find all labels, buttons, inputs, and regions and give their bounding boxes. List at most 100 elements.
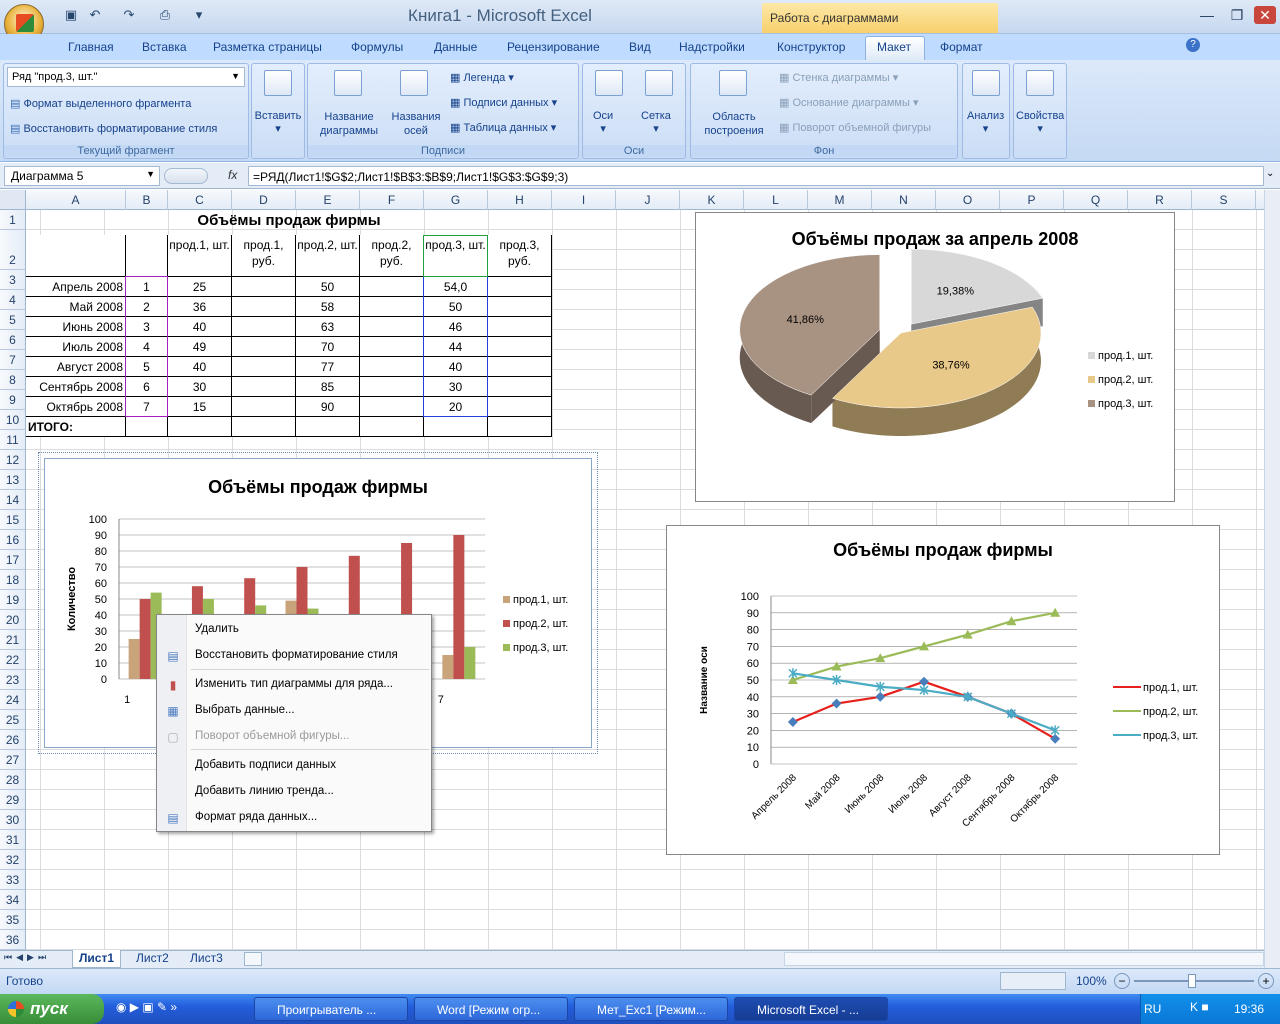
row-header[interactable]: 34 bbox=[0, 890, 26, 910]
help-icon[interactable]: ? bbox=[1186, 38, 1200, 52]
task-met-exc1[interactable]: Мет_Exc1 [Режим... bbox=[574, 997, 728, 1021]
table-cell[interactable]: Июль 2008 bbox=[26, 337, 126, 357]
table-cell[interactable]: 70 bbox=[296, 337, 360, 357]
table-cell[interactable] bbox=[232, 337, 296, 357]
column-header[interactable]: L bbox=[744, 190, 808, 210]
table-cell[interactable]: 46 bbox=[424, 317, 488, 337]
table-cell[interactable] bbox=[424, 417, 488, 437]
table-cell[interactable]: 25 bbox=[168, 277, 232, 297]
row-header[interactable]: 9 bbox=[0, 390, 26, 410]
row-header[interactable]: 10 bbox=[0, 410, 26, 430]
chart-floor-button[interactable]: ▦ Основание диаграммы ▾ bbox=[779, 96, 918, 109]
column-header[interactable]: Q bbox=[1064, 190, 1128, 210]
table-cell[interactable] bbox=[360, 357, 424, 377]
table-cell[interactable]: 90 bbox=[296, 397, 360, 417]
tab-layout[interactable]: Макет bbox=[877, 40, 911, 54]
table-cell[interactable]: 54,0 bbox=[424, 277, 488, 297]
table-cell[interactable]: 40 bbox=[168, 357, 232, 377]
minimize-icon[interactable]: — bbox=[1196, 6, 1218, 24]
zoom-slider-handle[interactable] bbox=[1188, 974, 1196, 988]
table-cell[interactable]: Сентябрь 2008 bbox=[26, 377, 126, 397]
row-header[interactable]: 7 bbox=[0, 350, 26, 370]
table-cell[interactable]: 1 bbox=[126, 277, 168, 297]
table-cell[interactable] bbox=[360, 377, 424, 397]
tab-page-layout[interactable]: Разметка страницы bbox=[213, 40, 322, 54]
tray-icons[interactable]: K ■ bbox=[1190, 1000, 1224, 1018]
row-header[interactable]: 35 bbox=[0, 910, 26, 930]
row-header[interactable]: 25 bbox=[0, 710, 26, 730]
column-header[interactable]: S bbox=[1192, 190, 1256, 210]
table-cell[interactable]: Октябрь 2008 bbox=[26, 397, 126, 417]
pie-chart[interactable]: Объёмы продаж за апрель 2008 19,38% 38,76… bbox=[695, 212, 1175, 502]
row-header[interactable]: 13 bbox=[0, 470, 26, 490]
data-point[interactable] bbox=[831, 698, 842, 709]
axis-titles-button[interactable]: Названия осей bbox=[388, 110, 444, 138]
column-header[interactable]: J bbox=[616, 190, 680, 210]
tab-format[interactable]: Формат bbox=[940, 40, 983, 54]
table-cell[interactable] bbox=[488, 377, 552, 397]
table-cell[interactable]: 20 bbox=[424, 397, 488, 417]
column-header[interactable]: I bbox=[552, 190, 616, 210]
row-header[interactable]: 27 bbox=[0, 750, 26, 770]
column-header[interactable]: N bbox=[872, 190, 936, 210]
legend-button[interactable]: ▦ Легенда ▾ bbox=[450, 71, 514, 84]
column-header[interactable]: D bbox=[232, 190, 296, 210]
menu-change-chart-type[interactable]: Изменить тип диаграммы для ряда... bbox=[195, 678, 393, 690]
table-cell[interactable]: 40 bbox=[168, 317, 232, 337]
row-header[interactable]: 3 bbox=[0, 270, 26, 290]
tab-addins[interactable]: Надстройки bbox=[679, 40, 745, 54]
table-cell[interactable] bbox=[232, 417, 296, 437]
row-header[interactable]: 24 bbox=[0, 690, 26, 710]
menu-delete[interactable]: Удалить bbox=[195, 623, 239, 635]
row-header[interactable]: 22 bbox=[0, 650, 26, 670]
tab-formulas[interactable]: Формулы bbox=[351, 40, 403, 54]
table-cell[interactable]: 15 bbox=[168, 397, 232, 417]
row-header[interactable]: 33 bbox=[0, 870, 26, 890]
sheet-tab-1[interactable]: Лист1 bbox=[72, 950, 122, 968]
row-header[interactable]: 28 bbox=[0, 770, 26, 790]
table-cell[interactable] bbox=[360, 417, 424, 437]
row-header[interactable]: 17 bbox=[0, 550, 26, 570]
row-header[interactable]: 19 bbox=[0, 590, 26, 610]
table-cell[interactable]: 40 bbox=[424, 357, 488, 377]
table-cell[interactable]: 49 bbox=[168, 337, 232, 357]
column-header[interactable]: O bbox=[936, 190, 1000, 210]
quick-launch-icons[interactable]: ◉ ▶ ▣ ✎ » bbox=[116, 1000, 236, 1018]
table-cell[interactable]: 5 bbox=[126, 357, 168, 377]
tab-view[interactable]: Вид bbox=[629, 40, 651, 54]
table-cell[interactable] bbox=[232, 297, 296, 317]
column-header[interactable]: F bbox=[360, 190, 424, 210]
sheet-tab-2[interactable]: Лист2 bbox=[130, 950, 175, 968]
data-point[interactable] bbox=[787, 717, 798, 727]
table-cell[interactable]: 3 bbox=[126, 317, 168, 337]
horizontal-scrollbar[interactable] bbox=[784, 952, 1264, 966]
row-header[interactable]: 16 bbox=[0, 530, 26, 550]
formula-divider[interactable] bbox=[164, 168, 208, 184]
row-header[interactable]: 4 bbox=[0, 290, 26, 310]
table-cell[interactable] bbox=[360, 397, 424, 417]
table-cell[interactable]: Апрель 2008 bbox=[26, 277, 126, 297]
column-header[interactable]: B bbox=[126, 190, 168, 210]
fx-icon[interactable]: fx bbox=[228, 168, 237, 182]
row-header[interactable]: 21 bbox=[0, 630, 26, 650]
row-header[interactable]: 15 bbox=[0, 510, 26, 530]
axes-button[interactable]: Оси ▾ bbox=[593, 110, 613, 135]
sheet-tab-3[interactable]: Лист3 bbox=[184, 950, 229, 968]
line-chart[interactable]: Объёмы продаж фирмы 0 10 20 30 40 50 60 70 80 90 1… bbox=[666, 525, 1220, 855]
column-header[interactable]: R bbox=[1128, 190, 1192, 210]
zoom-in-icon[interactable]: + bbox=[1258, 973, 1274, 989]
row-header[interactable]: 2 bbox=[0, 230, 26, 270]
row-header[interactable]: 23 bbox=[0, 670, 26, 690]
plot-area-button[interactable]: Область построения bbox=[691, 110, 777, 138]
sheet-nav-icons[interactable]: ⏮◀▶⏭ bbox=[4, 952, 50, 963]
row-header[interactable]: 5 bbox=[0, 310, 26, 330]
select-all[interactable] bbox=[0, 190, 26, 210]
row-header[interactable]: 6 bbox=[0, 330, 26, 350]
table-cell[interactable]: 44 bbox=[424, 337, 488, 357]
tab-insert[interactable]: Вставка bbox=[142, 40, 187, 54]
bar[interactable] bbox=[128, 639, 140, 679]
table-cell[interactable] bbox=[488, 317, 552, 337]
selection-dropdown[interactable]: Ряд "прод.3, шт." ▼ bbox=[7, 67, 245, 87]
row-header[interactable]: 26 bbox=[0, 730, 26, 750]
table-cell[interactable]: 77 bbox=[296, 357, 360, 377]
